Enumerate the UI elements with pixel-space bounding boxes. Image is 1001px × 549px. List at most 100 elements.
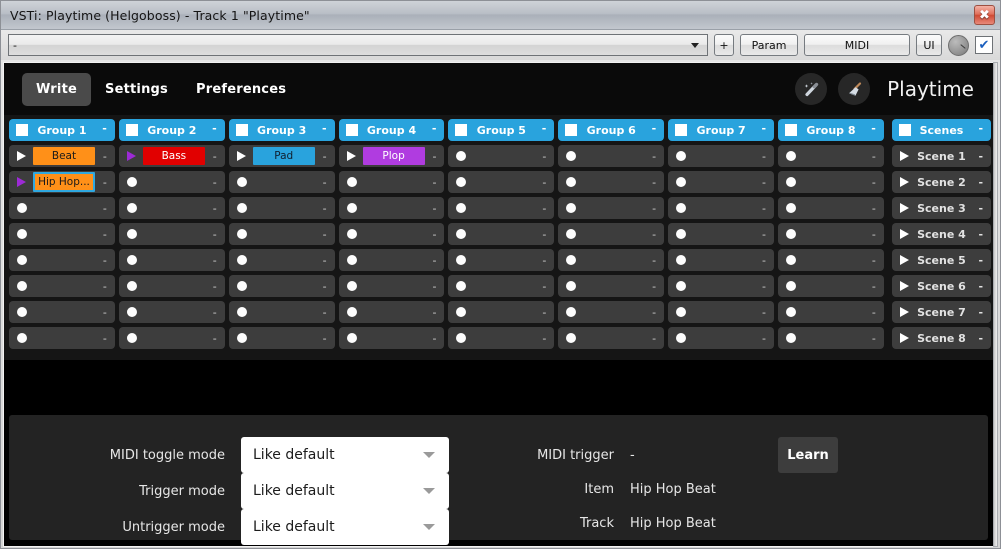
record-icon[interactable] <box>786 151 797 161</box>
clip-slot[interactable]: - <box>558 223 665 245</box>
record-icon[interactable] <box>786 177 797 187</box>
record-icon[interactable] <box>676 307 687 317</box>
clip-slot[interactable]: - <box>778 197 884 219</box>
clip-slot[interactable]: - <box>118 171 225 193</box>
record-icon[interactable] <box>676 255 687 265</box>
record-icon[interactable] <box>676 177 687 187</box>
clip-label[interactable]: Bass <box>142 147 205 165</box>
trigger-mode-select[interactable]: Like default <box>241 473 449 509</box>
scene-row-5[interactable]: Scene 5- <box>891 249 992 271</box>
record-icon[interactable] <box>566 281 577 291</box>
play-icon[interactable] <box>126 151 136 161</box>
clip-slot[interactable]: - <box>778 145 884 167</box>
record-icon[interactable] <box>676 281 687 291</box>
record-icon[interactable] <box>456 281 467 291</box>
clip-slot[interactable]: - <box>228 171 335 193</box>
vertical-scrollbar[interactable] <box>993 62 998 547</box>
record-icon[interactable] <box>566 177 577 187</box>
record-icon[interactable] <box>566 333 577 343</box>
record-icon[interactable] <box>346 229 357 239</box>
bypass-checkbox[interactable]: ✔ <box>975 36 993 54</box>
scene-row-7[interactable]: Scene 7- <box>891 301 992 323</box>
record-icon[interactable] <box>786 307 797 317</box>
stop-icon[interactable] <box>675 124 688 136</box>
clip-slot[interactable]: - <box>778 301 884 323</box>
clip-slot[interactable]: Hip Hop... - <box>9 171 115 193</box>
close-icon[interactable]: ✖ <box>974 5 995 25</box>
record-icon[interactable] <box>126 229 137 239</box>
midi-toggle-mode-select[interactable]: Like default <box>241 437 449 473</box>
wet-knob[interactable] <box>948 34 969 56</box>
play-icon[interactable] <box>899 255 909 265</box>
record-icon[interactable] <box>346 177 357 187</box>
clip-slot[interactable]: - <box>338 223 445 245</box>
clip-slot[interactable]: - <box>118 301 225 323</box>
clip-slot[interactable]: - <box>448 197 555 219</box>
tab-preferences[interactable]: Preferences <box>182 73 300 106</box>
scene-row-3[interactable]: Scene 3- <box>891 197 992 219</box>
play-icon[interactable] <box>346 151 356 161</box>
clip-slot[interactable]: - <box>778 171 884 193</box>
clip-slot[interactable]: - <box>118 223 225 245</box>
play-icon[interactable] <box>17 151 26 161</box>
record-icon[interactable] <box>786 203 797 213</box>
record-icon[interactable] <box>17 203 27 213</box>
clip-slot[interactable]: - <box>9 301 115 323</box>
record-icon[interactable] <box>236 281 247 291</box>
clip-slot[interactable]: - <box>338 171 445 193</box>
group-header-5[interactable]: Group 5 - <box>448 119 555 141</box>
scenes-header[interactable]: Scenes - <box>891 119 992 141</box>
param-button[interactable]: Param <box>740 34 798 56</box>
ui-button[interactable]: UI <box>916 34 942 56</box>
record-icon[interactable] <box>456 229 467 239</box>
record-icon[interactable] <box>17 333 27 343</box>
stop-icon[interactable] <box>455 124 468 136</box>
clip-slot[interactable]: - <box>668 145 775 167</box>
record-icon[interactable] <box>236 177 247 187</box>
stop-icon[interactable] <box>898 124 911 136</box>
record-icon[interactable] <box>786 333 797 343</box>
clip-slot[interactable]: - <box>228 223 335 245</box>
clip-slot[interactable]: - <box>448 301 555 323</box>
stop-icon[interactable] <box>16 124 28 136</box>
play-icon[interactable] <box>899 177 909 187</box>
clip-slot[interactable]: - <box>668 301 775 323</box>
clip-slot[interactable]: - <box>228 301 335 323</box>
play-icon[interactable] <box>899 151 909 161</box>
clip-slot[interactable]: Pad - <box>228 145 335 167</box>
clip-label[interactable]: Hip Hop... <box>33 172 95 192</box>
clip-slot[interactable]: - <box>558 275 665 297</box>
record-icon[interactable] <box>566 151 577 161</box>
stop-icon[interactable] <box>235 124 248 136</box>
scene-row-2[interactable]: Scene 2- <box>891 171 992 193</box>
clip-slot[interactable]: - <box>668 171 775 193</box>
record-icon[interactable] <box>456 333 467 343</box>
clip-slot[interactable]: - <box>9 197 115 219</box>
record-icon[interactable] <box>236 307 247 317</box>
clip-slot[interactable]: - <box>558 145 665 167</box>
record-icon[interactable] <box>126 333 137 343</box>
record-icon[interactable] <box>456 151 467 161</box>
clip-slot[interactable]: - <box>9 223 115 245</box>
group-header-3[interactable]: Group 3 - <box>228 119 335 141</box>
clip-slot[interactable]: - <box>228 327 335 349</box>
clip-slot[interactable]: - <box>448 223 555 245</box>
record-icon[interactable] <box>17 307 27 317</box>
clip-slot[interactable]: - <box>9 327 115 349</box>
record-icon[interactable] <box>236 203 247 213</box>
play-icon[interactable] <box>899 281 909 291</box>
record-icon[interactable] <box>236 229 247 239</box>
clip-slot[interactable]: - <box>448 171 555 193</box>
stop-icon[interactable] <box>125 124 138 136</box>
record-icon[interactable] <box>456 255 467 265</box>
preset-dropdown[interactable]: - <box>8 34 708 56</box>
record-icon[interactable] <box>786 281 797 291</box>
record-icon[interactable] <box>676 229 687 239</box>
record-icon[interactable] <box>676 151 687 161</box>
record-icon[interactable] <box>126 203 137 213</box>
record-icon[interactable] <box>566 229 577 239</box>
record-icon[interactable] <box>566 203 577 213</box>
clip-slot[interactable]: - <box>228 197 335 219</box>
scene-row-8[interactable]: Scene 8- <box>891 327 992 349</box>
clip-slot[interactable]: - <box>778 275 884 297</box>
